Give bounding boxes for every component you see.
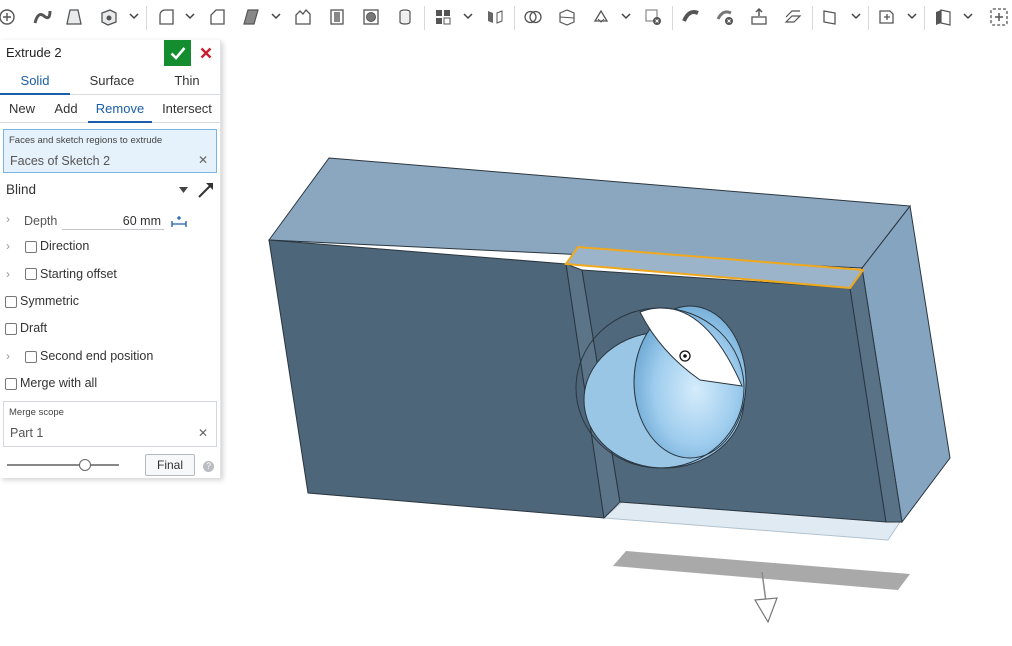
draft-label: Draft <box>20 321 48 335</box>
draft-checkbox[interactable] <box>5 323 17 335</box>
direction-checkbox[interactable] <box>25 241 37 253</box>
clear-merge-scope-icon[interactable]: ✕ <box>198 426 208 440</box>
operation-tabs: New Add Remove Intersect <box>0 96 220 123</box>
delete-part-icon[interactable] <box>642 6 664 28</box>
merge-scope-field[interactable]: Merge scope Part 1 ✕ <box>3 401 217 447</box>
add-custom-feature-icon[interactable] <box>988 6 1010 28</box>
split-icon[interactable] <box>556 6 578 28</box>
chevron-right-icon[interactable]: › <box>6 239 10 253</box>
model-front-face-left[interactable] <box>268 239 605 519</box>
pattern-icon[interactable] <box>432 6 454 28</box>
chevron-right-icon[interactable]: › <box>6 349 10 363</box>
body-type-tabs: Solid Surface Thin <box>0 68 220 95</box>
chevron-right-icon[interactable]: › <box>6 267 10 281</box>
toolbar-divider <box>868 6 869 30</box>
dialog-title: Extrude 2 <box>6 45 62 60</box>
merge-scope-value: Part 1 <box>10 426 44 440</box>
chevron-down-icon[interactable] <box>621 11 631 21</box>
tab-thin[interactable]: Thin <box>156 68 218 94</box>
offset-surface-icon[interactable] <box>782 6 804 28</box>
toolbar-divider <box>424 6 425 30</box>
confirm-button[interactable] <box>164 40 191 66</box>
sketch-icon[interactable] <box>0 6 18 28</box>
rollback-slider-track[interactable] <box>7 464 119 466</box>
symmetric-checkbox[interactable] <box>5 296 17 308</box>
measure-icon[interactable] <box>170 214 188 230</box>
extrude-dialog: Extrude 2 Solid Surface Thin New Add Rem… <box>0 40 221 478</box>
symmetric-label: Symmetric <box>20 294 80 308</box>
feature-toolbar <box>0 0 1012 36</box>
chevron-down-icon <box>179 187 188 193</box>
chamfer-icon[interactable] <box>206 6 228 28</box>
toolbar-divider <box>146 6 147 30</box>
faces-field-value: Faces of Sketch 2 <box>10 154 111 168</box>
op-new[interactable]: New <box>2 96 42 122</box>
shell-icon[interactable] <box>326 6 348 28</box>
tab-surface[interactable]: Surface <box>74 68 150 94</box>
chevron-down-icon[interactable] <box>185 11 195 21</box>
cancel-button[interactable] <box>196 43 216 63</box>
chevron-down-icon[interactable] <box>129 11 139 21</box>
move-face-icon[interactable] <box>748 6 770 28</box>
toolbar-divider <box>672 6 673 30</box>
merge-all-checkbox[interactable] <box>5 378 17 390</box>
checkmark-icon <box>170 47 185 60</box>
starting-offset-label: Starting offset <box>40 267 117 281</box>
ground-shadow <box>613 551 910 590</box>
depth-field[interactable]: Depth 60 mm <box>24 210 164 232</box>
merge-scope-label: Merge scope <box>9 407 64 418</box>
toolbar-divider <box>514 6 515 30</box>
revolve-icon[interactable] <box>98 6 120 28</box>
faces-field-label: Faces and sketch regions to extrude <box>9 135 163 146</box>
chevron-down-icon[interactable] <box>851 11 861 21</box>
sheet-metal-icon[interactable] <box>932 6 954 28</box>
starting-offset-checkbox[interactable] <box>25 268 37 280</box>
help-icon[interactable]: ? <box>203 461 214 472</box>
second-end-label: Second end position <box>40 349 154 363</box>
draft-icon[interactable] <box>240 6 262 28</box>
op-add[interactable]: Add <box>46 96 86 122</box>
loft-icon[interactable] <box>63 6 85 28</box>
end-type-select[interactable]: Blind <box>6 179 191 201</box>
rollback-slider-thumb[interactable] <box>79 459 92 471</box>
op-intersect[interactable]: Intersect <box>156 96 218 122</box>
direction-label: Direction <box>40 239 90 253</box>
boolean-icon[interactable] <box>522 6 544 28</box>
rib-icon[interactable] <box>292 6 314 28</box>
replace-face-icon[interactable] <box>714 6 736 28</box>
cylinder-icon[interactable] <box>394 6 416 28</box>
close-icon <box>200 47 212 59</box>
chevron-down-icon[interactable] <box>271 11 281 21</box>
depth-label: Depth <box>24 214 58 228</box>
plane-icon[interactable] <box>820 6 842 28</box>
fillet-icon[interactable] <box>155 6 177 28</box>
toolbar-divider <box>924 6 925 30</box>
op-remove[interactable]: Remove <box>88 96 152 123</box>
thicken-icon[interactable] <box>680 6 702 28</box>
final-button[interactable]: Final <box>145 454 195 476</box>
end-type-value: Blind <box>6 182 37 197</box>
tab-solid[interactable]: Solid <box>0 68 70 95</box>
faces-selection-field[interactable]: Faces and sketch regions to extrude Face… <box>3 129 217 173</box>
merge-all-label: Merge with all <box>20 376 98 390</box>
second-end-checkbox[interactable] <box>25 351 37 363</box>
chevron-down-icon[interactable] <box>963 11 973 21</box>
mate-connector-icon[interactable] <box>876 6 898 28</box>
clear-selection-icon[interactable]: ✕ <box>198 153 208 167</box>
sweep-icon[interactable] <box>31 6 53 28</box>
hole-icon[interactable] <box>360 6 382 28</box>
chevron-right-icon[interactable]: › <box>6 212 10 226</box>
chevron-down-icon[interactable] <box>907 11 917 21</box>
direction-flip-icon[interactable] <box>197 181 215 199</box>
mirror-icon[interactable] <box>484 6 506 28</box>
toolbar-divider <box>812 6 813 30</box>
transform-icon[interactable] <box>590 6 612 28</box>
chevron-down-icon[interactable] <box>463 11 473 21</box>
